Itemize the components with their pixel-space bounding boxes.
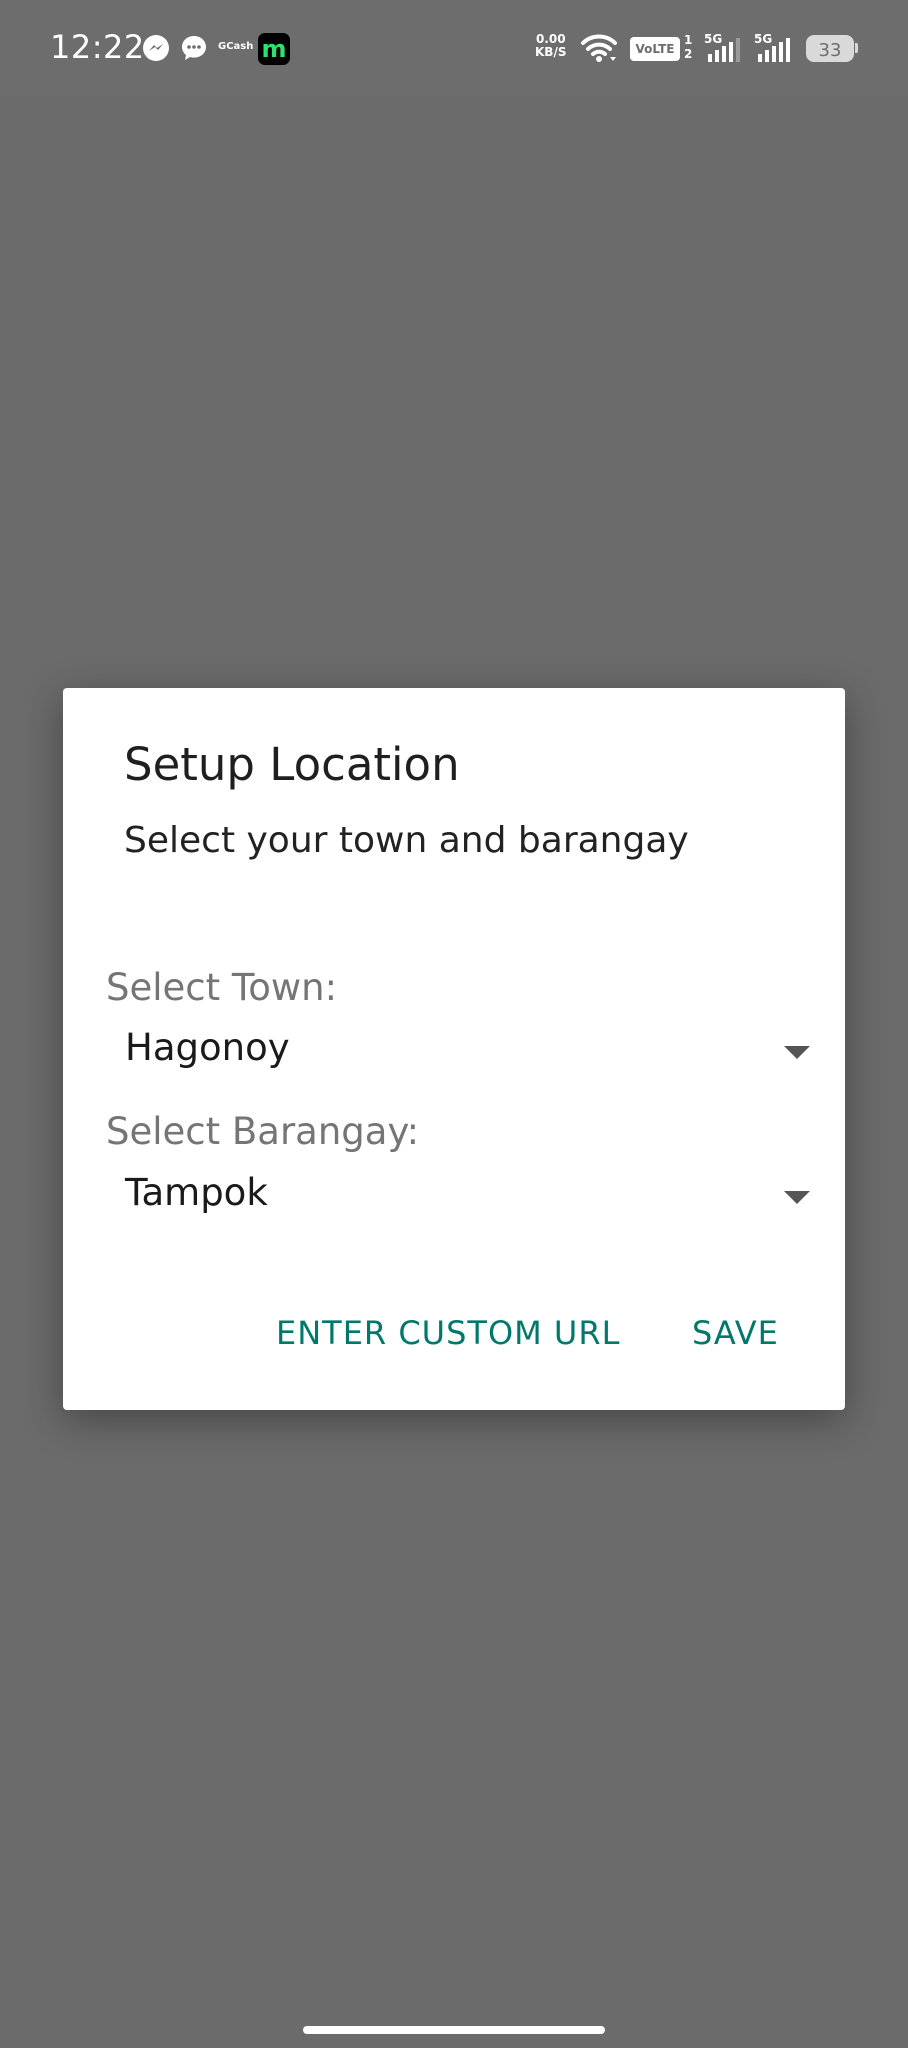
barangay-dropdown[interactable]: Tampok <box>106 1163 826 1237</box>
battery-icon: 33 <box>806 35 854 62</box>
signal-icon-sim2: 5G <box>754 32 796 64</box>
signal-icon-sim1: 5G <box>704 32 746 64</box>
dialog-title: Setup Location <box>124 738 460 791</box>
status-bar: 12:22 GCash m 0.00 KB/S VoLTE 1 2 5G 5G … <box>0 0 908 96</box>
messenger-icon <box>143 35 169 61</box>
battery-tip <box>855 43 858 53</box>
net-speed-unit: KB/S <box>535 45 567 59</box>
select-barangay-label: Select Barangay: <box>106 1110 420 1153</box>
sim-slots: 1 2 <box>684 33 692 61</box>
wifi-icon <box>581 34 617 62</box>
sim-slot-2: 2 <box>684 47 693 61</box>
barangay-dropdown-value: Tampok <box>125 1171 268 1214</box>
gcash-notification: GCash <box>218 41 254 52</box>
dialog-subtitle: Select your town and barangay <box>124 820 689 861</box>
svg-text:m: m <box>261 35 286 63</box>
dropdown-arrow-icon <box>784 1191 810 1204</box>
sim-slot-1: 1 <box>684 33 693 47</box>
status-time: 12:22 <box>50 28 145 66</box>
gesture-navigation-bar[interactable] <box>303 2026 605 2034</box>
dropdown-arrow-icon <box>784 1046 810 1059</box>
town-dropdown[interactable]: Hagonoy <box>106 1018 826 1092</box>
app-m-icon: m <box>258 33 290 65</box>
save-button[interactable]: SAVE <box>692 1314 779 1352</box>
enter-custom-url-button[interactable]: ENTER CUSTOM URL <box>276 1314 620 1352</box>
town-dropdown-value: Hagonoy <box>125 1026 290 1069</box>
chat-bubble-icon <box>182 36 206 60</box>
net-speed: 0.00 KB/S <box>535 33 566 59</box>
select-town-label: Select Town: <box>106 966 338 1009</box>
volte-badge: VoLTE <box>630 37 680 61</box>
setup-location-dialog: Setup Location Select your town and bara… <box>63 688 845 1410</box>
